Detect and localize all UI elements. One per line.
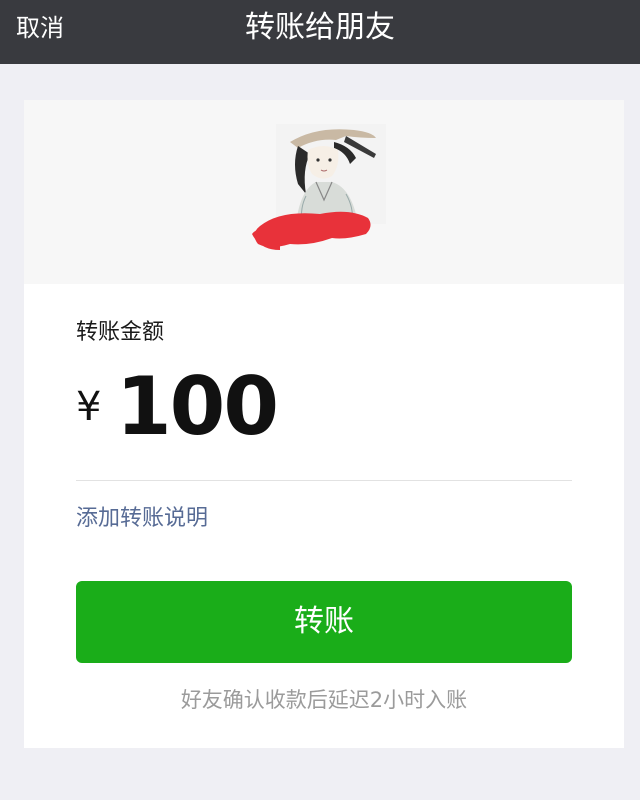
divider [76,480,572,481]
recipient-header [24,100,624,284]
currency-symbol: ¥ [76,384,102,430]
page-title: 转账给朋友 [245,10,395,45]
recipient-name-redaction [252,211,371,250]
transfer-card: 转账金额 ¥ 100 添加转账说明 转账 好友确认收款后延迟2小时入账 [24,100,624,748]
amount-value: 100 [116,360,279,453]
top-navbar: 取消 转账给朋友 [0,0,640,64]
transfer-button[interactable]: 转账 [76,581,572,663]
arrival-delay-note: 好友确认收款后延迟2小时入账 [180,688,468,712]
amount-label: 转账金额 [76,320,165,345]
add-transfer-note-link[interactable]: 添加转账说明 [76,500,208,532]
